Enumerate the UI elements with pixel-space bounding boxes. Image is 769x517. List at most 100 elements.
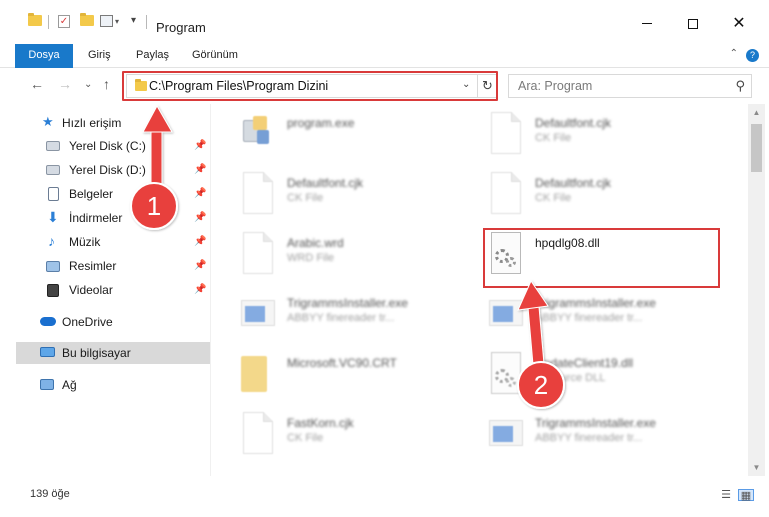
- pin-icon[interactable]: 📌: [194, 135, 206, 157]
- file-type: ABBYY finereader tr...: [535, 432, 643, 444]
- sidebar-item-pictures[interactable]: Resimler 📌: [16, 255, 210, 277]
- forward-button[interactable]: →: [58, 76, 72, 92]
- vertical-scrollbar[interactable]: ▲ ▼: [748, 104, 765, 476]
- list-item[interactable]: Microsoft.VC90.CRT: [237, 350, 472, 406]
- list-item[interactable]: Defaultfont.cjk CK File: [485, 170, 720, 226]
- file-name: TrigrammsInstaller.exe: [287, 296, 408, 310]
- list-item[interactable]: TrigrammsInstaller.exe ABBYY finereader …: [485, 410, 720, 466]
- pin-icon[interactable]: 📌: [194, 159, 206, 181]
- sidebar-item-documents[interactable]: Belgeler 📌: [16, 183, 210, 205]
- folder-icon: [28, 13, 42, 26]
- ribbon-expand-icon[interactable]: ⌃: [730, 48, 738, 59]
- search-placeholder: Ara: Program: [518, 79, 593, 93]
- sidebar-item-this-pc[interactable]: Bu bilgisayar: [16, 342, 210, 364]
- sidebar-item-label: İndirmeler: [69, 211, 123, 225]
- file-name: Microsoft.VC90.CRT: [287, 356, 397, 370]
- document-icon: [237, 230, 277, 280]
- sidebar-item-label: Bu bilgisayar: [62, 346, 131, 360]
- document-icon: [237, 170, 277, 220]
- recent-locations-button[interactable]: ⌄: [84, 79, 92, 90]
- ribbon: Dosya Giriş Paylaş Görünüm ⌃ ?: [0, 44, 769, 100]
- computer-icon: [40, 347, 55, 357]
- scroll-thumb[interactable]: [751, 124, 762, 172]
- sidebar-item-local-disk-d[interactable]: Yerel Disk (D:) 📌: [16, 159, 210, 181]
- list-item[interactable]: TrigrammsInstaller.exe ABBYY finereader …: [485, 290, 720, 346]
- sidebar-item-label: Ağ: [62, 378, 77, 392]
- file-name: Arabic.wrd: [287, 236, 344, 250]
- sidebar-item-music[interactable]: ♪ Müzik 📌: [16, 231, 210, 253]
- list-item[interactable]: Arabic.wrd WRD File: [237, 230, 472, 286]
- separator: [48, 15, 49, 29]
- close-button[interactable]: ✕: [716, 9, 762, 39]
- maximize-button[interactable]: [670, 9, 716, 39]
- address-highlight: [122, 71, 498, 101]
- customize-toolbar-icon[interactable]: ▾: [131, 15, 136, 26]
- tab-share[interactable]: Paylaş: [136, 44, 169, 67]
- up-button[interactable]: ↑: [103, 76, 110, 92]
- dll-gear-icon: [485, 350, 525, 400]
- file-name: Defaultfont.cjk: [535, 116, 612, 130]
- file-name: TrigrammsInstaller.exe: [535, 416, 656, 430]
- document-icon: [485, 170, 525, 220]
- navigation-bar: ← → ⌄ ↑ C:\Program Files\Program Dizini …: [0, 68, 769, 102]
- sidebar-item-local-disk-c[interactable]: Yerel Disk (C:) 📌: [16, 135, 210, 157]
- file-type: CK File: [287, 192, 324, 204]
- pin-icon[interactable]: 📌: [194, 207, 206, 229]
- file-name: Defaultfont.cjk: [535, 176, 612, 190]
- minimize-button[interactable]: [624, 9, 670, 39]
- scroll-down-icon[interactable]: ▼: [748, 459, 765, 476]
- details-view-icon[interactable]: ☰: [718, 489, 734, 501]
- list-item[interactable]: Defaultfont.cjk CK File: [237, 170, 472, 226]
- properties-check-icon[interactable]: ✓: [58, 15, 70, 28]
- pin-icon[interactable]: 📌: [194, 231, 206, 253]
- sidebar-item-network[interactable]: Ağ: [16, 374, 210, 396]
- sidebar-item-videos[interactable]: Videolar 📌: [16, 279, 210, 301]
- file-type: CK File: [287, 432, 324, 444]
- pin-icon[interactable]: 📌: [194, 279, 206, 301]
- file-name: TrigrammsInstaller.exe: [535, 296, 656, 310]
- step-2-badge: 2: [533, 370, 549, 400]
- file-highlight: [483, 228, 720, 288]
- separator: [146, 15, 147, 29]
- sidebar-item-label: Belgeler: [69, 187, 114, 201]
- list-item[interactable]: Defaultfont.cjk CK File: [485, 110, 720, 166]
- file-name: Defaultfont.cjk: [287, 176, 364, 190]
- downloads-icon: ⬇: [47, 209, 59, 225]
- sidebar-item-label: OneDrive: [62, 315, 113, 329]
- list-item[interactable]: FastKorn.cjk CK File: [237, 410, 472, 466]
- drive-icon: [46, 165, 60, 175]
- list-item[interactable]: program.exe: [237, 110, 472, 166]
- properties-icon[interactable]: ▾: [100, 15, 119, 27]
- help-icon[interactable]: ?: [746, 49, 759, 62]
- sidebar-item-label: Müzik: [69, 235, 101, 249]
- file-name: FastKorn.cjk: [287, 416, 354, 430]
- application-icon: [485, 410, 525, 460]
- music-icon: ♪: [48, 233, 55, 249]
- drive-icon: [46, 141, 60, 151]
- exe-icon: [237, 110, 277, 160]
- list-item[interactable]: TrigrammsInstaller.exe ABBYY finereader …: [237, 290, 472, 346]
- sidebar-item-downloads[interactable]: ⬇ İndirmeler 📌: [16, 207, 210, 229]
- pin-icon[interactable]: 📌: [194, 255, 206, 277]
- sidebar-item-label: Resimler: [69, 259, 117, 273]
- back-button[interactable]: ←: [30, 76, 44, 92]
- network-icon: [40, 379, 54, 390]
- sidebar-item-label: Videolar: [69, 283, 113, 297]
- file-type: ABBYY finereader tr...: [287, 312, 395, 324]
- tab-home[interactable]: Giriş: [88, 44, 111, 67]
- status-bar: 139 öğe ☰ ▦: [0, 480, 769, 517]
- large-icons-view-icon[interactable]: ▦: [738, 489, 754, 502]
- minimize-icon: [642, 23, 652, 25]
- star-icon: ★: [42, 114, 54, 129]
- file-name: program.exe: [287, 116, 355, 130]
- sidebar-item-onedrive[interactable]: OneDrive: [16, 311, 210, 333]
- search-icon: ⚲: [735, 78, 745, 93]
- file-list: program.exe Defaultfont.cjk CK File Defa…: [211, 104, 748, 476]
- new-folder-icon[interactable]: [80, 13, 94, 26]
- search-input[interactable]: Ara: Program ⚲: [508, 74, 752, 98]
- tab-view[interactable]: Görünüm: [192, 44, 238, 67]
- pin-icon[interactable]: 📌: [194, 183, 206, 205]
- scroll-up-icon[interactable]: ▲: [748, 104, 765, 121]
- sidebar-item-quick-access[interactable]: ★ Hızlı erişim: [16, 112, 210, 134]
- maximize-icon: [688, 18, 698, 29]
